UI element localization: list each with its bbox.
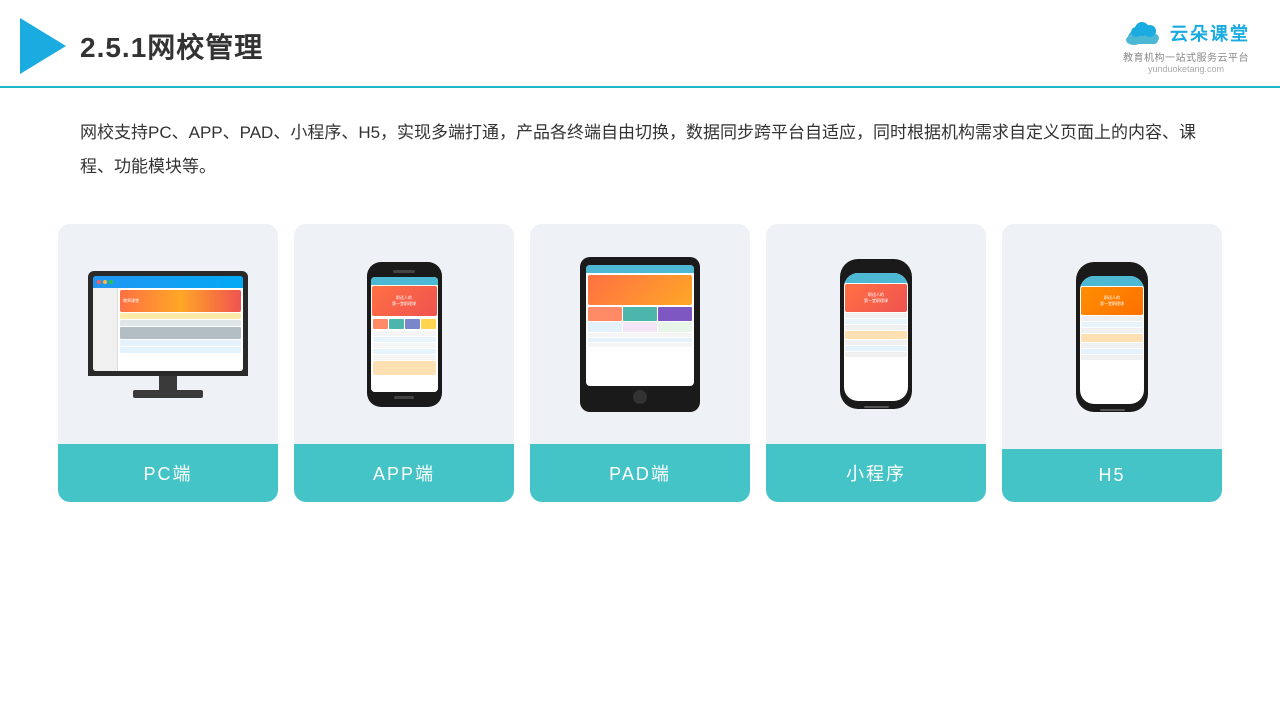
page-title: 2.5.1网校管理 bbox=[80, 26, 263, 66]
logo-triangle-icon bbox=[20, 18, 66, 74]
brand-icon-wrap: 云朵课堂 bbox=[1122, 19, 1250, 47]
label-h5: H5 bbox=[1002, 449, 1222, 502]
brand-area: 云朵课堂 教育机构一站式服务云平台 yunduoketang.com bbox=[1122, 19, 1250, 74]
card-miniprogram: 职适人的第一堂职理课 bbox=[766, 224, 986, 502]
brand-url: yunduoketang.com bbox=[1148, 64, 1224, 74]
brand-tagline: 教育机构一站式服务云平台 bbox=[1123, 49, 1249, 64]
cloud-icon bbox=[1122, 19, 1164, 47]
card-pad: PAD端 bbox=[530, 224, 750, 502]
preview-miniprogram: 职适人的第一堂职理课 bbox=[766, 224, 986, 444]
label-app: APP端 bbox=[294, 444, 514, 502]
preview-h5: 职适人的第一堂职理课 bbox=[1002, 224, 1222, 449]
preview-app: 职适人的第一堂职理课 bbox=[294, 224, 514, 444]
brand-name: 云朵课堂 bbox=[1170, 20, 1250, 46]
brand-logo: 云朵课堂 教育机构一站式服务云平台 yunduoketang.com bbox=[1122, 19, 1250, 74]
cards-container: 教师课堂 bbox=[0, 204, 1280, 522]
card-app: 职适人的第一堂职理课 bbox=[294, 224, 514, 502]
pc-monitor-icon: 教师课堂 bbox=[88, 271, 248, 398]
header: 2.5.1网校管理 云朵课堂 教育机构一站式服务云平台 yunduoketang… bbox=[0, 0, 1280, 88]
label-pad: PAD端 bbox=[530, 444, 750, 502]
pad-tablet-icon bbox=[580, 257, 700, 412]
card-pc: 教师课堂 bbox=[58, 224, 278, 502]
h5-phone-icon: 职适人的第一堂职理课 bbox=[1076, 262, 1148, 412]
preview-pc: 教师课堂 bbox=[58, 224, 278, 444]
label-pc: PC端 bbox=[58, 444, 278, 502]
label-miniprogram: 小程序 bbox=[766, 444, 986, 502]
header-left: 2.5.1网校管理 bbox=[20, 18, 263, 74]
description-text: 网校支持PC、APP、PAD、小程序、H5，实现多端打通，产品各终端自由切换，数… bbox=[0, 88, 1280, 194]
card-h5: 职适人的第一堂职理课 bbox=[1002, 224, 1222, 502]
app-phone-icon: 职适人的第一堂职理课 bbox=[367, 262, 442, 407]
preview-pad bbox=[530, 224, 750, 444]
miniprogram-phone-icon: 职适人的第一堂职理课 bbox=[840, 259, 912, 409]
